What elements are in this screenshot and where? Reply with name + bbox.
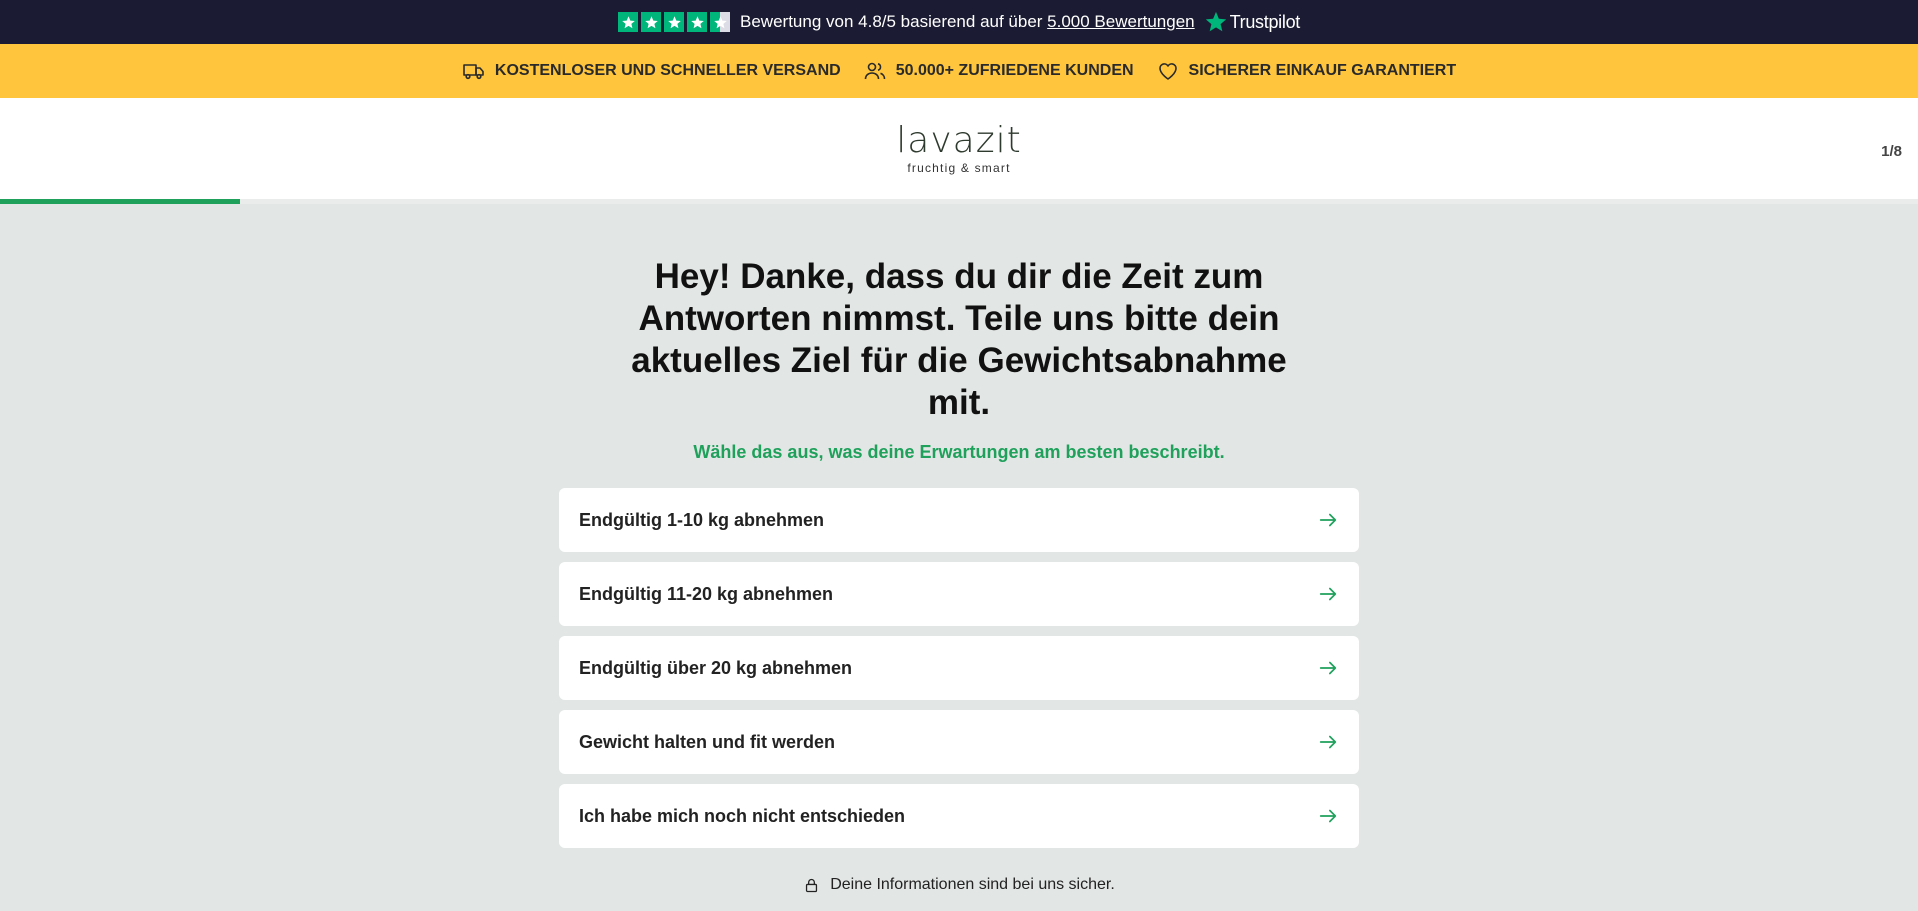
arrow-right-icon	[1319, 587, 1337, 601]
trustpilot-logo[interactable]: Trustpilot	[1205, 11, 1300, 33]
answer-option-label: Ich habe mich noch nicht entschieden	[579, 805, 906, 826]
answer-option[interactable]: Gewicht halten und fit werden	[559, 710, 1359, 774]
trustpilot-brand: Trustpilot	[1229, 11, 1301, 32]
arrow-right-icon	[1319, 735, 1337, 749]
progress-fill	[0, 199, 240, 204]
arrow-right-icon	[1319, 661, 1337, 675]
answer-option[interactable]: Endgültig über 20 kg abnehmen	[559, 636, 1359, 700]
rating-bar: Bewertung von 4.8/5 basierend auf über 5…	[0, 0, 1918, 44]
logo-wordmark: lavazit	[896, 120, 1022, 161]
promo-secure: SICHERER EINKAUF GARANTIERT	[1156, 59, 1457, 83]
lavazit-logo[interactable]: lavazit fruchtig & smart	[896, 120, 1022, 176]
promo-customers-label: 50.000+ ZUFRIEDENE KUNDEN	[895, 62, 1134, 79]
answer-option-label: Gewicht halten und fit werden	[579, 731, 836, 752]
arrow-right-icon	[1319, 809, 1337, 823]
quiz-main: Hey! Danke, dass du dir die Zeit zum Ant…	[0, 256, 1918, 894]
answer-option-label: Endgültig über 20 kg abnehmen	[579, 657, 853, 678]
answer-option-label: Endgültig 1-10 kg abnehmen	[579, 509, 825, 530]
arrow-right-icon	[1319, 513, 1337, 527]
question-subline: Wähle das aus, was deine Erwartungen am …	[693, 442, 1225, 462]
answer-option[interactable]: Endgültig 11-20 kg abnehmen	[559, 562, 1359, 626]
reviews-link[interactable]: 5.000 Bewertungen	[1047, 12, 1194, 31]
question-headline: Hey! Danke, dass du dir die Zeit zum Ant…	[631, 257, 1287, 422]
promo-secure-label: SICHERER EINKAUF GARANTIERT	[1188, 62, 1457, 79]
half-star-icon	[710, 12, 731, 32]
lock-icon	[806, 878, 818, 892]
step-counter: 1/8	[1881, 143, 1902, 160]
privacy-note-text: Deine Informationen sind bei uns sicher.	[830, 876, 1115, 893]
answer-options: Endgültig 1-10 kg abnehmen Endgültig 11-…	[559, 488, 1359, 848]
star-icon	[618, 12, 639, 32]
privacy-note: Deine Informationen sind bei uns sicher.	[0, 876, 1918, 894]
rating-stars	[618, 12, 731, 32]
answer-option[interactable]: Ich habe mich noch nicht entschieden	[559, 784, 1359, 848]
progress-bar	[0, 199, 1918, 204]
rating-text: Bewertung von 4.8/5 basierend auf über	[740, 12, 1048, 31]
truck-icon	[463, 64, 484, 80]
star-icon	[641, 12, 662, 32]
promo-shipping-label: KOSTENLOSER UND SCHNELLER VERSAND	[494, 62, 841, 79]
heart-icon	[1158, 63, 1177, 80]
star-icon	[687, 12, 708, 32]
trustpilot-star-icon	[1205, 11, 1226, 32]
logo-tagline: fruchtig & smart	[907, 161, 1011, 175]
promo-shipping: KOSTENLOSER UND SCHNELLER VERSAND	[462, 59, 841, 83]
answer-option-label: Endgültig 11-20 kg abnehmen	[579, 583, 834, 604]
users-icon	[864, 62, 886, 80]
promo-bar: KOSTENLOSER UND SCHNELLER VERSAND 50.000…	[0, 44, 1918, 98]
site-header: lavazit fruchtig & smart 1/8	[0, 98, 1918, 199]
promo-customers: 50.000+ ZUFRIEDENE KUNDEN	[863, 59, 1134, 83]
answer-option[interactable]: Endgültig 1-10 kg abnehmen	[559, 488, 1359, 552]
star-icon	[664, 12, 685, 32]
